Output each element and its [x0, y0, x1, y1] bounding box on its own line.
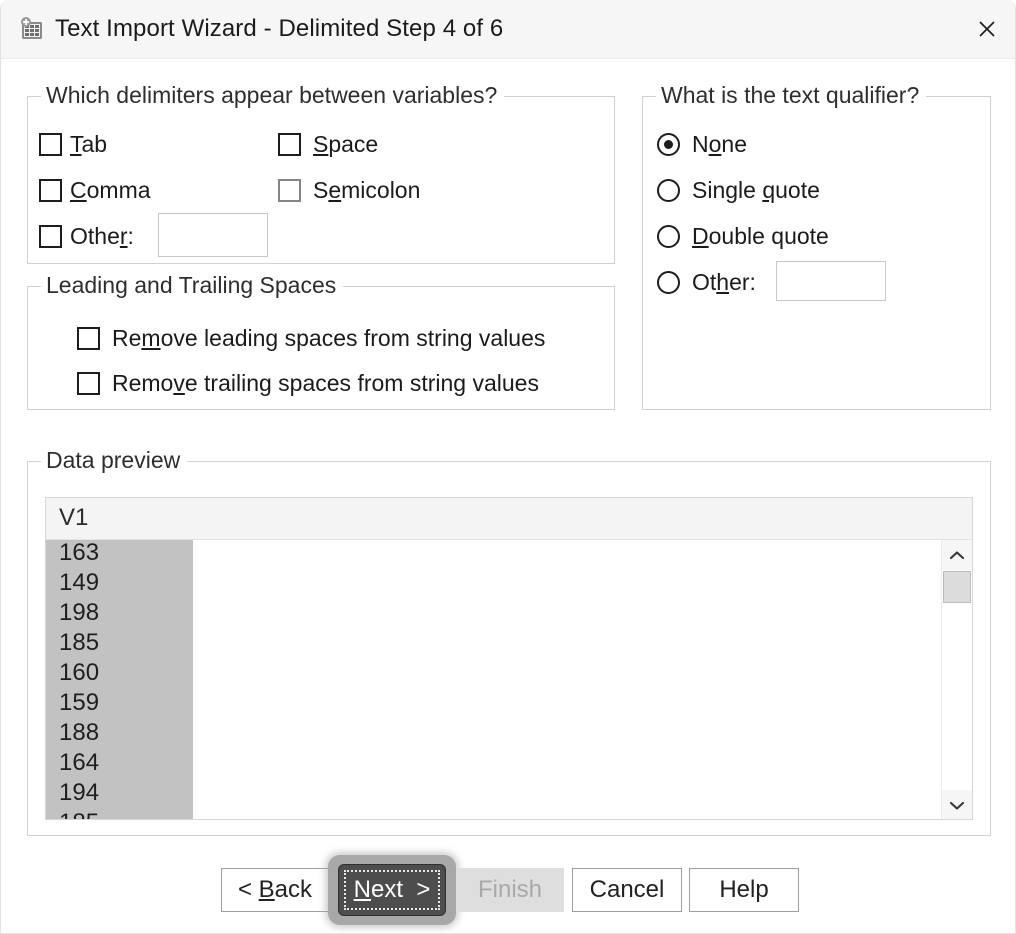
- table-cell-value: 149: [59, 569, 100, 596]
- table-cell-v1[interactable]: 185: [46, 808, 193, 819]
- checkbox-semicolon[interactable]: Semicolon: [278, 177, 420, 204]
- scrollbar-thumb[interactable]: [943, 571, 971, 603]
- checkbox-remove-trailing-spaces-label: Remove trailing spaces from string value…: [112, 370, 539, 396]
- checkbox-remove-trailing-spaces-box[interactable]: [77, 372, 100, 395]
- radio-qualifier-double-quote-label: Double quote: [692, 223, 829, 249]
- radio-qualifier-other[interactable]: Other:: [657, 269, 756, 296]
- radio-qualifier-single-quote-label: Single quote: [692, 177, 820, 203]
- table-row[interactable]: 194: [46, 779, 972, 810]
- table-row[interactable]: 185: [46, 629, 972, 660]
- checkbox-remove-leading-spaces-box[interactable]: [77, 327, 100, 350]
- radio-qualifier-double-quote-circle[interactable]: [657, 225, 680, 248]
- table-cell-value: 185: [59, 808, 99, 819]
- table-cell-value: 194: [59, 779, 100, 806]
- cancel-button-label: Cancel: [589, 876, 665, 903]
- leading-trailing-spaces-group-label: Leading and Trailing Spaces: [41, 272, 344, 299]
- radio-qualifier-other-label: Other:: [692, 269, 756, 295]
- checkbox-remove-leading-spaces-label: Remove leading spaces from string values: [112, 325, 546, 351]
- radio-qualifier-single-quote[interactable]: Single quote: [657, 177, 820, 204]
- checkbox-semicolon-label: Semicolon: [313, 177, 421, 203]
- checkbox-semicolon-box[interactable]: [278, 179, 301, 202]
- table-row[interactable]: 188: [46, 719, 972, 750]
- help-button[interactable]: Help: [689, 868, 799, 912]
- table-row[interactable]: 149: [46, 569, 972, 600]
- table-row[interactable]: 160: [46, 659, 972, 690]
- checkbox-other-delimiter-box[interactable]: [39, 225, 62, 248]
- next-button[interactable]: Next >: [338, 864, 446, 916]
- window-title: Text Import Wizard - Delimited Step 4 of…: [55, 15, 504, 42]
- table-cell-value: 198: [59, 599, 100, 626]
- table-cell-value: 188: [59, 719, 100, 746]
- text-import-wizard-dialog: Text Import Wizard - Delimited Step 4 of…: [0, 0, 1016, 934]
- table-cell-v1[interactable]: 198: [46, 599, 193, 630]
- checkbox-other-delimiter-label: Other:: [70, 223, 134, 249]
- table-cell-v1[interactable]: 149: [46, 569, 193, 600]
- checkbox-tab-label: Tab: [70, 131, 108, 157]
- close-icon[interactable]: [957, 0, 1015, 57]
- help-button-label: Help: [719, 876, 769, 903]
- table-cell-v1[interactable]: 159: [46, 689, 193, 720]
- table-row[interactable]: 198: [46, 599, 972, 630]
- spreadsheet-import-icon: [19, 16, 45, 42]
- table-cell-value: 185: [59, 629, 100, 656]
- data-preview-group-label: Data preview: [41, 447, 188, 474]
- checkbox-other-delimiter[interactable]: Other:: [39, 223, 134, 250]
- chevron-up-icon[interactable]: [942, 540, 972, 570]
- radio-qualifier-none-circle[interactable]: [657, 133, 680, 156]
- next-button-label: Next >: [353, 876, 431, 903]
- table-cell-value: 160: [59, 659, 100, 686]
- checkbox-comma-box[interactable]: [39, 179, 62, 202]
- text-qualifier-group-label: What is the text qualifier?: [656, 82, 927, 109]
- title-bar: Text Import Wizard - Delimited Step 4 of…: [1, 0, 1015, 59]
- back-button-label: < Back: [237, 876, 313, 903]
- finish-button: Finish: [456, 868, 564, 912]
- checkbox-comma[interactable]: Comma: [39, 177, 151, 204]
- finish-button-label: Finish: [477, 876, 543, 903]
- table-cell-v1[interactable]: 188: [46, 719, 193, 750]
- radio-qualifier-double-quote[interactable]: Double quote: [657, 223, 829, 250]
- checkbox-space-box[interactable]: [278, 133, 301, 156]
- table-cell-value: 163: [59, 539, 100, 566]
- table-cell-v1[interactable]: 164: [46, 749, 193, 780]
- delimiters-group-label: Which delimiters appear between variable…: [41, 82, 505, 109]
- radio-qualifier-other-circle[interactable]: [657, 271, 680, 294]
- checkbox-remove-trailing-spaces[interactable]: Remove trailing spaces from string value…: [77, 370, 539, 397]
- checkbox-space[interactable]: Space: [278, 131, 378, 158]
- table-row[interactable]: 163: [46, 539, 972, 570]
- radio-qualifier-none-label: None: [692, 131, 748, 157]
- cancel-button[interactable]: Cancel: [572, 868, 682, 912]
- table-row[interactable]: 185: [46, 808, 972, 819]
- other-qualifier-input[interactable]: [776, 261, 886, 301]
- checkbox-tab-box[interactable]: [39, 133, 62, 156]
- chevron-down-icon[interactable]: [942, 790, 972, 819]
- radio-qualifier-single-quote-circle[interactable]: [657, 179, 680, 202]
- other-delimiter-input[interactable]: [158, 213, 268, 257]
- table-row[interactable]: 159: [46, 689, 972, 720]
- table-cell-value: 159: [59, 689, 100, 716]
- data-preview-table[interactable]: V1 163 149 198 185 160 159 188 164 194 185: [45, 497, 973, 820]
- data-preview-body: 163 149 198 185 160 159 188 164 194 185: [46, 539, 972, 819]
- data-preview-header-row: V1: [46, 498, 972, 540]
- checkbox-remove-leading-spaces[interactable]: Remove leading spaces from string values: [77, 325, 545, 352]
- back-button[interactable]: < Back: [221, 868, 329, 912]
- table-row[interactable]: 164: [46, 749, 972, 780]
- table-cell-v1[interactable]: 185: [46, 629, 193, 660]
- data-preview-scrollbar[interactable]: [941, 540, 972, 819]
- table-cell-v1[interactable]: 194: [46, 779, 193, 810]
- table-cell-v1[interactable]: 163: [46, 539, 193, 570]
- radio-qualifier-none[interactable]: None: [657, 131, 747, 158]
- table-cell-value: 164: [59, 749, 100, 776]
- table-cell-v1[interactable]: 160: [46, 659, 193, 690]
- checkbox-space-label: Space: [313, 131, 379, 157]
- checkbox-comma-label: Comma: [70, 177, 151, 203]
- column-header-v1[interactable]: V1: [59, 504, 88, 532]
- checkbox-tab[interactable]: Tab: [39, 131, 107, 158]
